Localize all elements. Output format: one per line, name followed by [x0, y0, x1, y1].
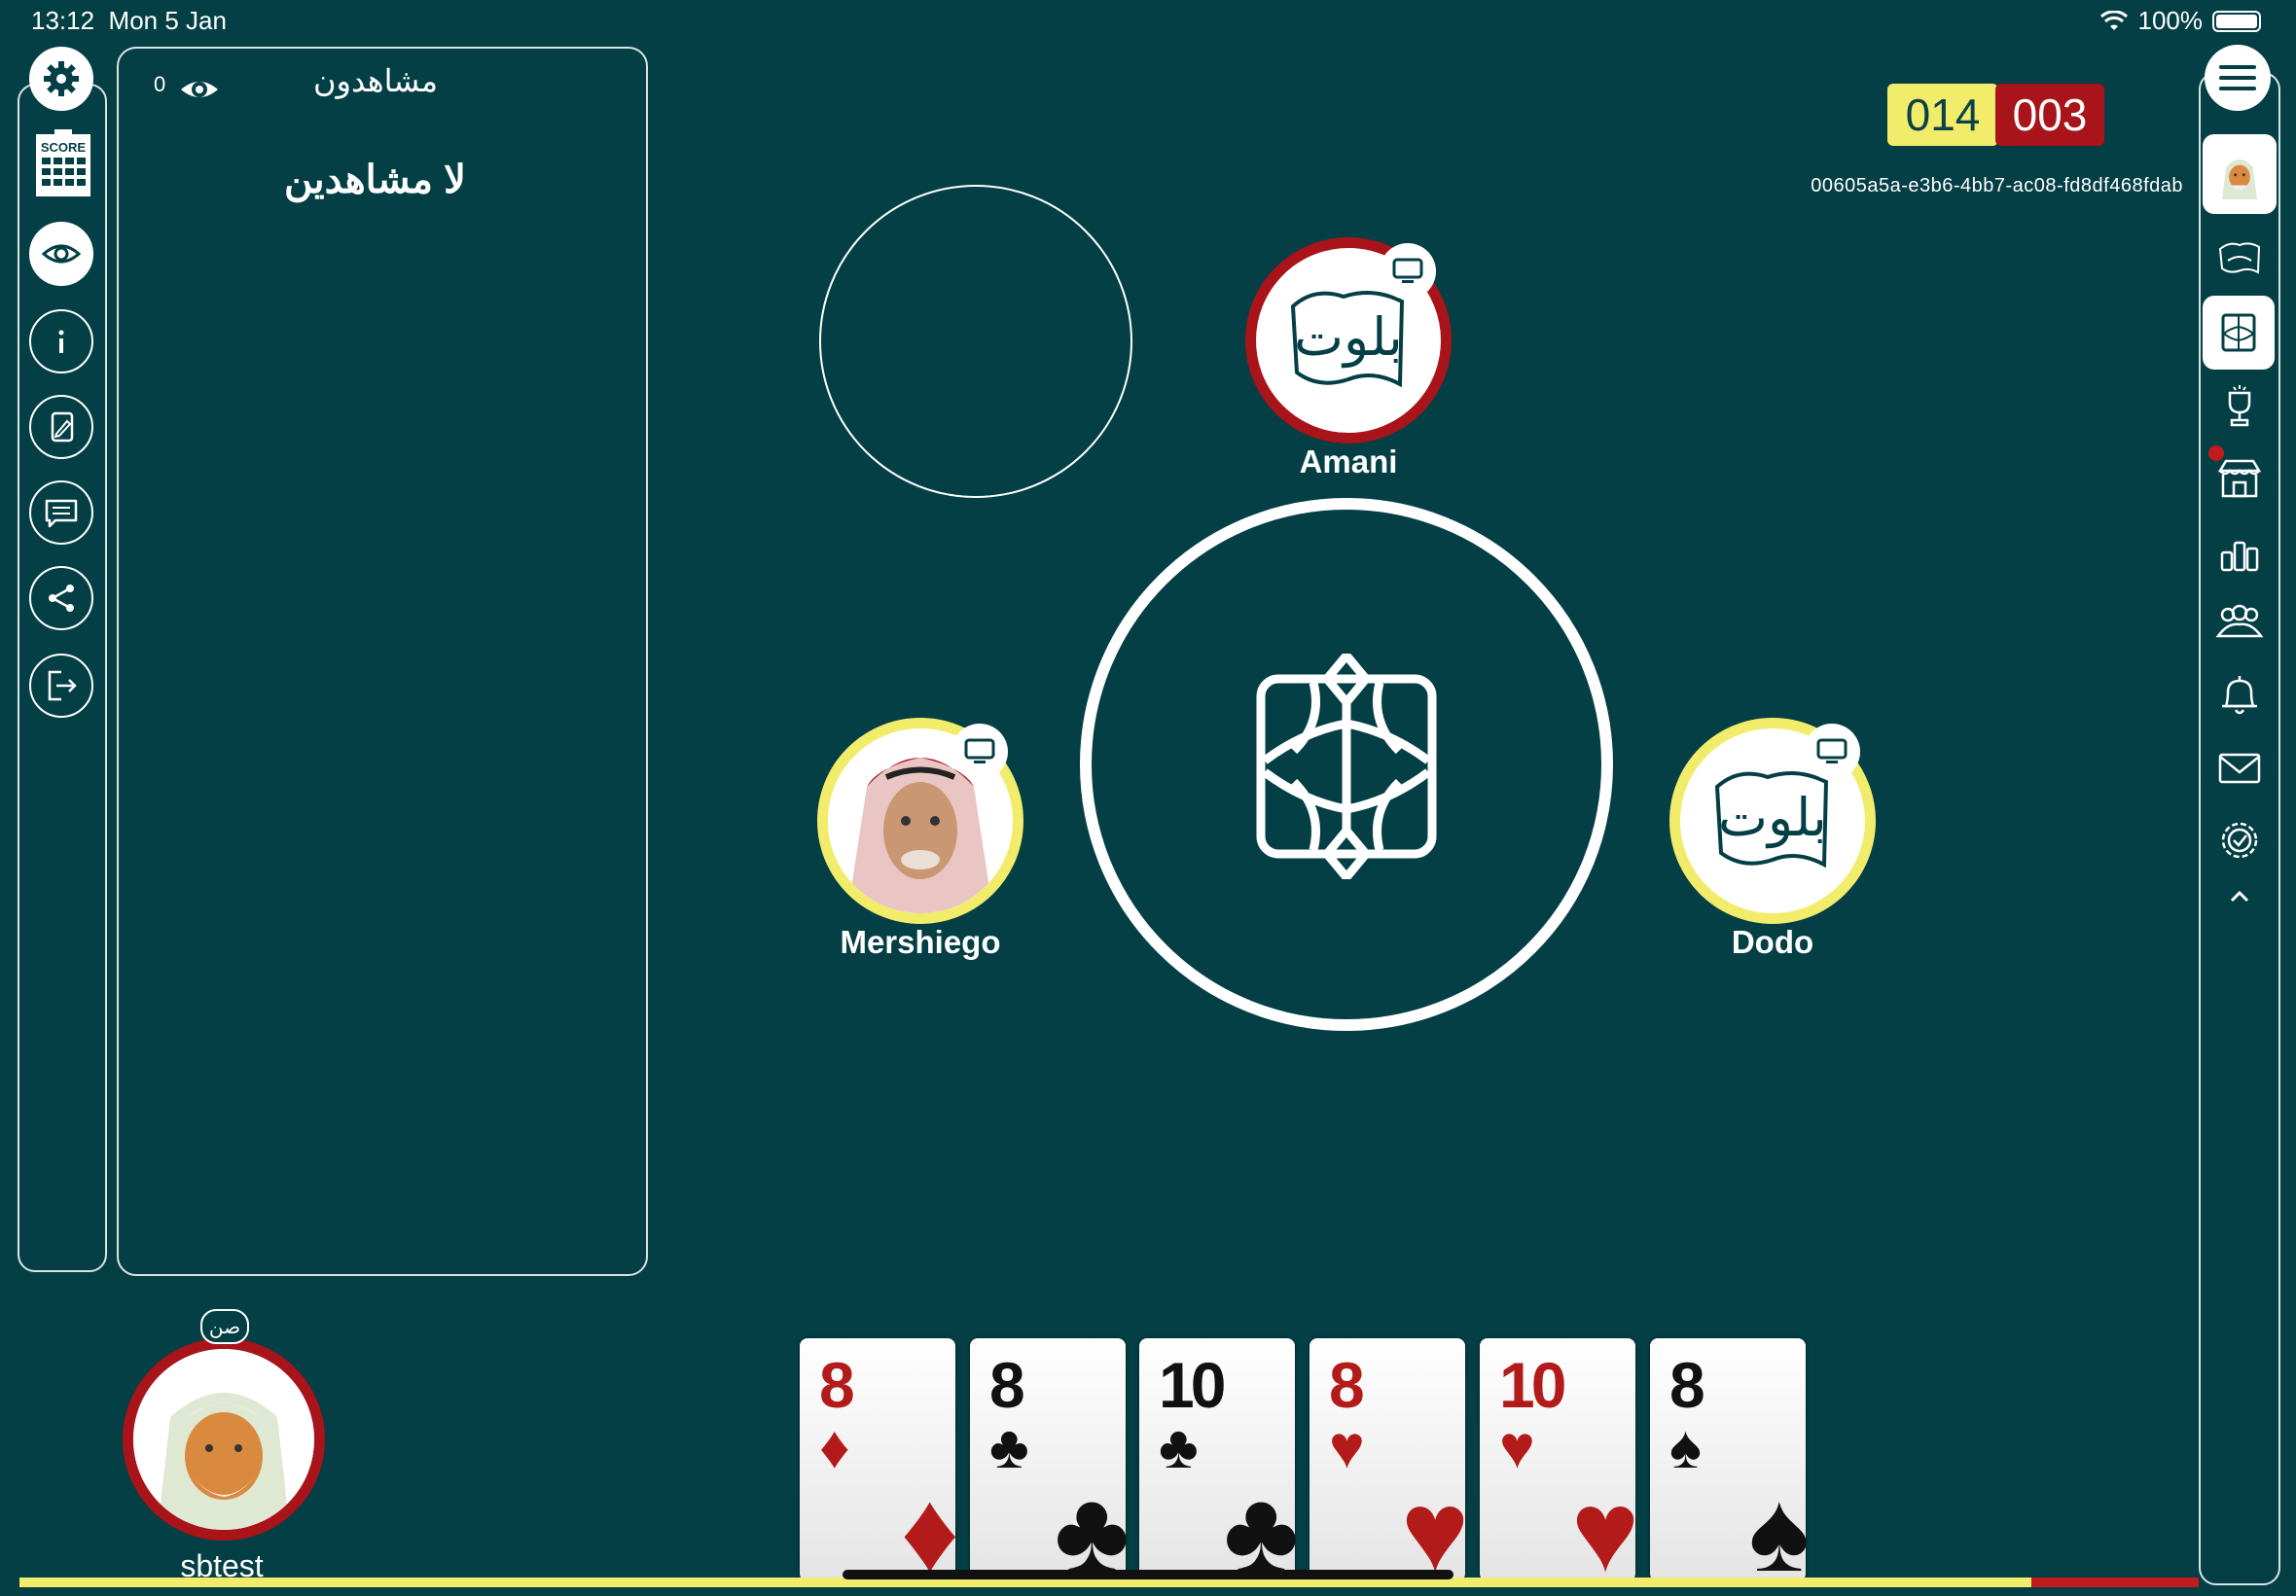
exit-icon — [48, 670, 77, 701]
card-suit-small: ♥ — [1499, 1414, 1535, 1481]
spectators-count: 0 — [154, 72, 166, 96]
hand-card[interactable]: 8 ♦ ♦ — [800, 1338, 959, 1589]
wifi-icon — [2099, 10, 2128, 30]
turn-progress-bar-red — [2031, 1578, 2199, 1587]
card-rank: 8 — [1329, 1349, 1365, 1421]
card-suit-large: ♥ — [1570, 1468, 1639, 1596]
table-icon — [2221, 313, 2256, 352]
status-time-date: 13:12 Mon 5 Jan — [31, 6, 227, 36]
menu-icon — [2219, 65, 2256, 69]
hand-card[interactable]: 10 ♥ ♥ — [1480, 1338, 1639, 1589]
card-suit-small: ♠ — [1669, 1414, 1702, 1481]
score-team-red: 003 — [1995, 84, 2104, 146]
played-card-slot — [819, 185, 1132, 498]
hand-card[interactable]: 8 ♥ ♥ — [1309, 1338, 1469, 1589]
bell-icon — [2222, 676, 2257, 715]
player-right-name: Dodo — [1731, 924, 1814, 960]
card-edit-icon — [51, 411, 74, 443]
hand-card[interactable]: 8 ♠ ♠ — [1650, 1338, 1810, 1589]
status-time: 13:12 — [31, 6, 95, 35]
player-right-computer-badge — [1804, 724, 1860, 780]
nav-collapse-button[interactable] — [2206, 864, 2273, 930]
hand-card[interactable]: 10 ♣ ♣ — [1139, 1338, 1299, 1589]
computer-icon — [1816, 738, 1848, 763]
settings-button[interactable] — [29, 47, 93, 111]
baloot-logo-icon — [2218, 242, 2261, 274]
card-rank: 8 — [989, 1349, 1025, 1421]
mail-icon — [2218, 753, 2261, 784]
player-top-computer-badge — [1380, 243, 1436, 300]
nav-notifications-button[interactable] — [2206, 663, 2273, 729]
spectators-empty-text: لا مشاهدين — [284, 159, 466, 201]
profile-avatar — [2221, 159, 2258, 199]
status-date: Mon 5 Jan — [108, 6, 227, 35]
player-left-computer-badge — [951, 724, 1008, 780]
nav-leaderboard-button[interactable] — [2206, 519, 2273, 585]
leaderboard-icon — [2220, 541, 2259, 572]
share-icon — [49, 585, 74, 612]
card-suit-small: ♣ — [989, 1414, 1029, 1481]
score-team-yellow: 014 — [1887, 84, 1998, 146]
battery-icon — [2212, 10, 2261, 32]
my-avatar[interactable] — [123, 1338, 325, 1541]
card-suit-small: ♥ — [1329, 1414, 1365, 1481]
nav-table-button[interactable] — [2203, 296, 2275, 370]
score-icon-label: SCORE — [41, 140, 87, 155]
share-button[interactable] — [29, 566, 93, 630]
card-rank: 10 — [1499, 1349, 1566, 1421]
card-rank: 10 — [1159, 1349, 1226, 1421]
home-indicator — [843, 1570, 1453, 1579]
scoreboard-icon: SCORE — [36, 129, 90, 196]
spectators-button[interactable] — [29, 222, 93, 286]
score-button[interactable]: SCORE — [33, 128, 93, 198]
card-rank: 8 — [819, 1349, 855, 1421]
player-left-name: Mershiego — [840, 924, 1001, 960]
spectators-eye-icon — [181, 82, 218, 97]
baloot-table-emblem-icon — [1256, 654, 1437, 879]
nav-baloot-button[interactable] — [2206, 226, 2273, 292]
cards-button[interactable] — [29, 395, 93, 459]
card-suit-large: ♠ — [1748, 1468, 1810, 1596]
card-suit-small: ♦ — [819, 1414, 850, 1481]
computer-icon — [964, 738, 995, 763]
chat-icon — [45, 499, 78, 528]
status-indicators: 100% — [2099, 6, 2261, 36]
card-rank: 8 — [1669, 1349, 1705, 1421]
menu-button[interactable] — [2205, 45, 2271, 111]
spectators-panel — [117, 47, 648, 1276]
info-icon — [58, 330, 64, 353]
store-icon — [2217, 459, 2262, 498]
nav-mail-button[interactable] — [2206, 735, 2273, 801]
computer-icon — [1392, 258, 1423, 283]
nav-friends-button[interactable] — [2206, 589, 2273, 656]
nav-trophy-button[interactable] — [2206, 373, 2273, 440]
info-button[interactable] — [29, 309, 93, 373]
gear-icon — [44, 61, 79, 96]
avatar — [133, 1349, 314, 1530]
game-id: 00605a5a-e3b6-4bb7-ac08-fd8df468fdab — [1811, 175, 2183, 196]
player-top-avatar-label: بلوت — [1294, 306, 1403, 368]
my-game-type-badge: صن — [200, 1309, 249, 1344]
card-suit-small: ♣ — [1159, 1414, 1199, 1481]
player-top-name: Amani — [1299, 443, 1398, 479]
nav-store-button[interactable] — [2206, 445, 2273, 512]
exit-button[interactable] — [29, 654, 93, 718]
profile-button[interactable] — [2203, 134, 2277, 214]
badge-check-icon — [2221, 822, 2258, 859]
player-right-avatar-label: بلوت — [1718, 787, 1827, 848]
chat-button[interactable] — [29, 480, 93, 545]
chevron-up-icon — [2230, 890, 2249, 903]
eye-icon — [42, 244, 81, 264]
friends-icon — [2215, 604, 2264, 638]
spectators-title: مشاهدون — [313, 63, 439, 98]
trophy-icon — [2228, 385, 2251, 427]
hand-card[interactable]: 8 ♣ ♣ — [970, 1338, 1130, 1589]
battery-percent: 100% — [2137, 6, 2204, 35]
